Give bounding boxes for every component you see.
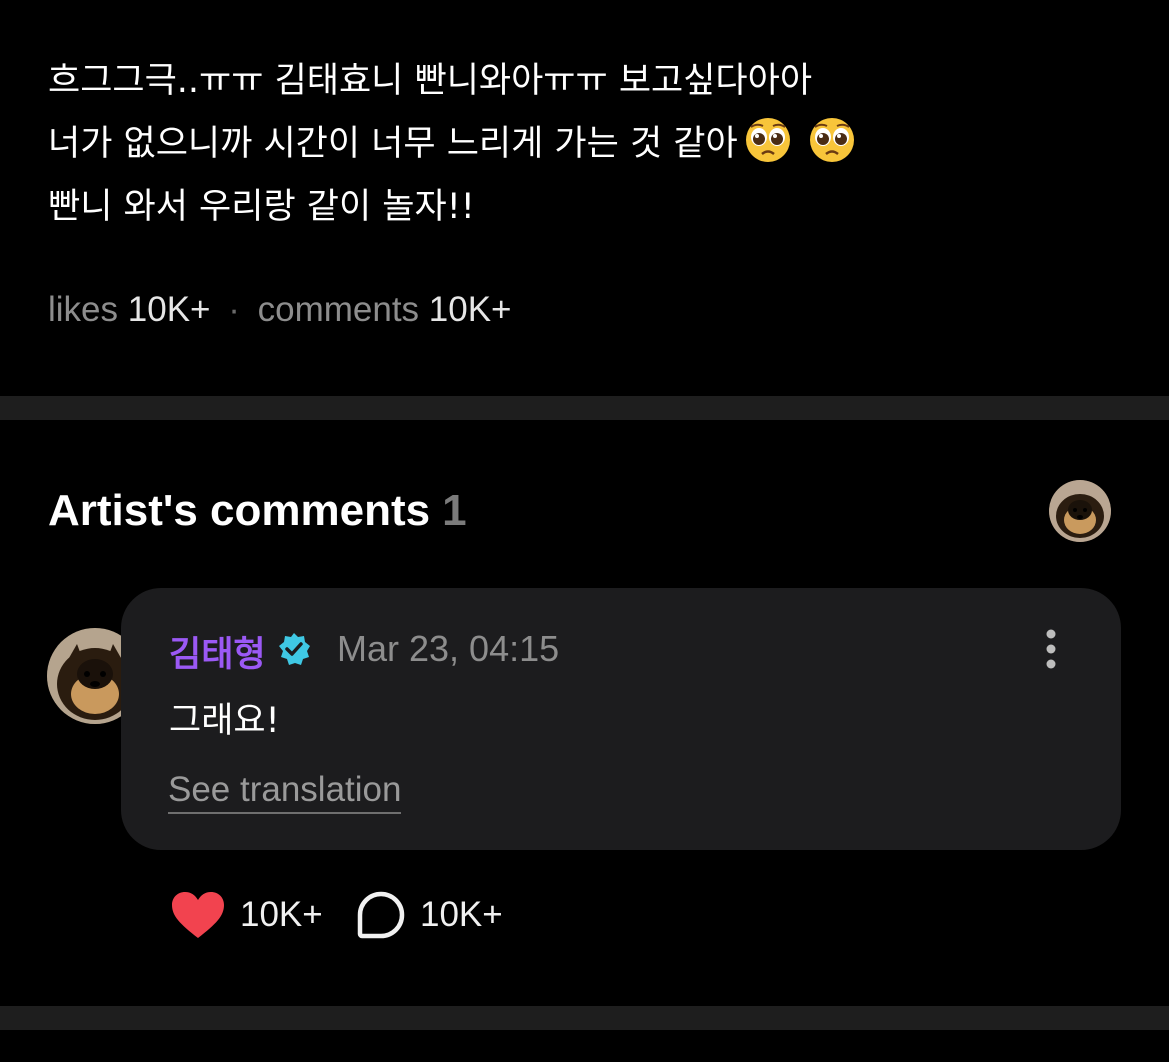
reply-bubble-icon	[357, 891, 405, 939]
artist-comments-title-text: Artist's comments	[48, 486, 431, 535]
likes-label: likes	[48, 290, 119, 329]
reply-button[interactable]: 10K+	[356, 890, 503, 940]
like-button[interactable]: 10K+	[170, 890, 323, 940]
post-body: 흐그그극..ㅠㅠ 김태효니 빤니와아ㅠㅠ 보고싶다아아 너가 없으니까 시간이 …	[48, 50, 1108, 239]
artist-comments-title: Artist's comments 1	[48, 486, 467, 536]
comment-text: 그래요!	[169, 701, 280, 741]
post: 흐그그극..ㅠㅠ 김태효니 빤니와아ㅠㅠ 보고싶다아아 너가 없으니까 시간이 …	[0, 0, 1169, 396]
likes-count[interactable]: 10K+	[128, 290, 211, 329]
pleading-face-emoji-icon	[809, 118, 854, 162]
section-divider-bottom	[0, 1006, 1169, 1030]
stats-separator: ·	[228, 290, 240, 329]
post-line-1: 흐그그극..ㅠㅠ 김태효니 빤니와아ㅠㅠ 보고싶다아아	[48, 61, 813, 101]
post-stats: likes 10K+ · comments 10K+	[48, 290, 512, 330]
post-line-2: 너가 없으니까 시간이 너무 느리게 가는 것 같아	[48, 113, 1108, 176]
artist-comments-count: 1	[442, 486, 467, 535]
artist-avatar-small[interactable]	[1049, 480, 1111, 542]
heart-icon	[172, 892, 224, 938]
like-count: 10K+	[240, 895, 323, 934]
comments-count[interactable]: 10K+	[429, 290, 512, 329]
comments-label: comments	[257, 290, 420, 329]
reply-count: 10K+	[420, 895, 503, 934]
more-options-icon[interactable]	[1039, 628, 1063, 670]
artist-comments-section: Artist's comments 1 김태형 Mar 23, 04:15 그래…	[0, 420, 1169, 1006]
artist-comment-card[interactable]: 김태형 Mar 23, 04:15 그래요! See translation	[121, 588, 1121, 850]
comment-timestamp: Mar 23, 04:15	[337, 628, 560, 669]
verified-badge-icon	[279, 633, 310, 665]
pleading-face-emoji-icon	[745, 118, 790, 162]
post-line-3: 빤니 와서 우리랑 같이 놀자!!	[48, 187, 475, 227]
comment-author-name[interactable]: 김태형	[169, 626, 266, 677]
section-divider	[0, 396, 1169, 420]
post-line-2-text: 너가 없으니까 시간이 너무 느리게 가는 것 같아	[48, 124, 738, 164]
see-translation-link[interactable]: See translation	[168, 770, 402, 814]
